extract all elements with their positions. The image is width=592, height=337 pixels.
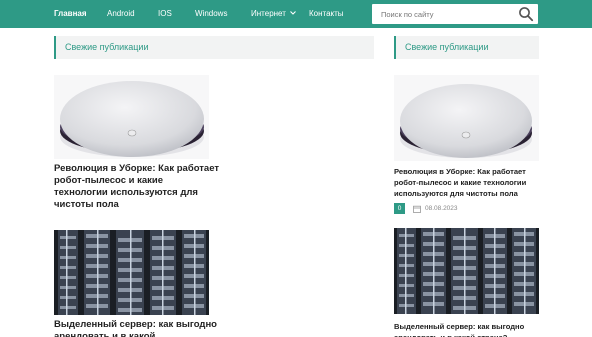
post-thumbnail[interactable]	[54, 75, 209, 159]
sidebar-post-title[interactable]: Революция в Уборке: Как работает робот-п…	[394, 166, 544, 199]
search-icon[interactable]	[518, 6, 534, 22]
post-thumbnail[interactable]	[54, 230, 209, 315]
calendar-icon	[413, 205, 421, 213]
sidebar-post-thumbnail[interactable]	[394, 75, 539, 161]
sidebar-section-header: Свежие публикации	[394, 36, 539, 59]
chevron-down-icon[interactable]	[289, 9, 297, 17]
post-title[interactable]: Выделенный сервер: как выгодно арендоват…	[54, 319, 219, 337]
post-title[interactable]: Революция в Уборке: Как работает робот-п…	[54, 163, 219, 211]
comments-count-badge[interactable]: 0	[394, 203, 405, 214]
server-rack-image	[394, 228, 539, 314]
sidebar-post-thumbnail[interactable]	[394, 228, 539, 314]
nav-item-android[interactable]: Android	[107, 0, 135, 28]
robot-vacuum-image	[394, 75, 539, 161]
server-rack-image	[54, 230, 209, 315]
post-date: 08.08.2023	[425, 205, 458, 212]
nav-item-home[interactable]: Главная	[54, 0, 87, 28]
nav-item-ios[interactable]: IOS	[158, 0, 172, 28]
nav-item-windows[interactable]: Windows	[195, 0, 227, 28]
top-navigation: Главная Android IOS Windows Интернет Кон…	[0, 0, 592, 28]
search-box	[372, 4, 538, 24]
sidebar-post-title[interactable]: Выделенный сервер: как выгодно арендоват…	[394, 321, 544, 337]
main-section-header: Свежие публикации	[54, 36, 374, 59]
search-input[interactable]	[372, 4, 512, 24]
robot-vacuum-image	[54, 75, 209, 159]
nav-item-contacts[interactable]: Контакты	[309, 0, 344, 28]
nav-item-internet[interactable]: Интернет	[251, 0, 286, 28]
sidebar-section-title: Свежие публикации	[405, 42, 489, 52]
main-section-title: Свежие публикации	[65, 42, 149, 52]
